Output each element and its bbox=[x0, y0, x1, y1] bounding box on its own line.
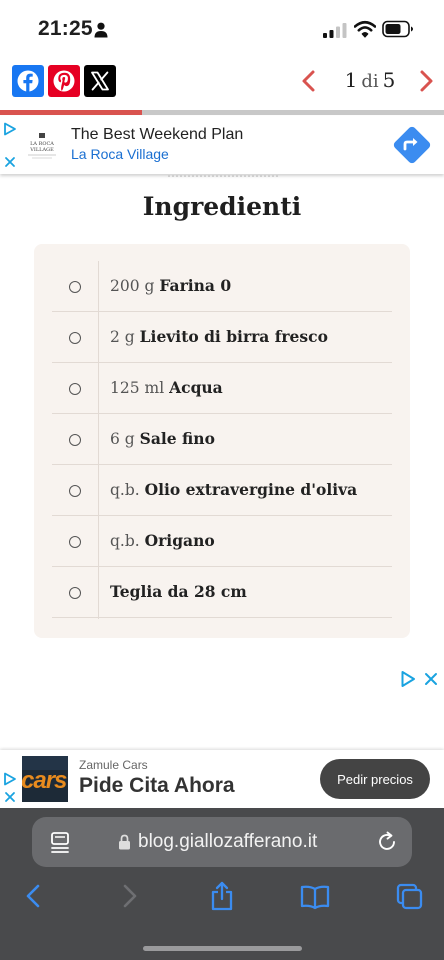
ingredient-checkbox[interactable] bbox=[69, 587, 81, 599]
adchoices-icon[interactable] bbox=[3, 772, 17, 786]
pinterest-icon bbox=[53, 70, 75, 92]
section-heading: Ingredienti bbox=[142, 192, 302, 221]
ingredient-row[interactable]: 200 g Farina 0 bbox=[52, 261, 392, 312]
signal-icon bbox=[323, 23, 347, 38]
x-logo-icon bbox=[91, 71, 109, 91]
ingredient-quantity: 200 g bbox=[110, 277, 155, 295]
ad-thumbnail-text: cars bbox=[22, 767, 67, 794]
adchoices-icon[interactable] bbox=[3, 122, 17, 136]
ad-title[interactable]: The Best Weekend Plan bbox=[71, 126, 243, 144]
status-time: 21:25 bbox=[38, 17, 93, 40]
address-bar[interactable]: blog.giallozafferano.it bbox=[32, 817, 412, 867]
lock-icon bbox=[119, 834, 130, 850]
ingredient-checkbox[interactable] bbox=[69, 485, 81, 497]
browser-toolbar: blog.giallozafferano.it bbox=[0, 808, 444, 960]
status-bar: 21:25 bbox=[0, 0, 444, 58]
share-bar: 1 di 5 bbox=[0, 58, 444, 112]
ingredient-name: Teglia da 28 cm bbox=[110, 582, 247, 601]
ingredient-checkbox[interactable] bbox=[69, 332, 81, 344]
facebook-icon bbox=[17, 70, 39, 92]
home-indicator bbox=[143, 946, 302, 951]
ad-close-icon[interactable] bbox=[4, 791, 16, 803]
ingredient-name: Farina 0 bbox=[159, 276, 232, 295]
previous-page-icon[interactable] bbox=[298, 66, 320, 96]
bookmarks-icon[interactable] bbox=[300, 880, 330, 912]
ingredient-checkbox[interactable] bbox=[69, 383, 81, 395]
ingredient-row[interactable]: Teglia da 28 cm bbox=[52, 567, 392, 618]
total-pages: 5 bbox=[382, 68, 396, 92]
ingredient-quantity: 125 ml bbox=[110, 379, 165, 397]
ingredients-card: 200 g Farina 0 2 g Lievito di birra fres… bbox=[34, 244, 410, 638]
tabs-icon[interactable] bbox=[394, 880, 424, 912]
ingredient-quantity: 6 g bbox=[110, 430, 135, 448]
svg-text:VILLAGE: VILLAGE bbox=[29, 147, 54, 153]
ingredient-checkbox[interactable] bbox=[69, 281, 81, 293]
ingredient-name: Lievito di birra fresco bbox=[139, 327, 328, 346]
ingredient-row[interactable]: q.b. Olio extravergine d'oliva bbox=[52, 465, 392, 516]
page-menu-icon[interactable] bbox=[50, 831, 70, 853]
ad-subtitle[interactable]: La Roca Village bbox=[71, 146, 169, 162]
ingredient-checkbox[interactable] bbox=[69, 536, 81, 548]
divider bbox=[168, 175, 278, 179]
reading-progress-bar bbox=[0, 110, 444, 115]
pinterest-share-button[interactable] bbox=[48, 65, 80, 97]
ingredient-name: Origano bbox=[144, 531, 215, 550]
ad-brand[interactable]: Zamule Cars bbox=[79, 758, 148, 772]
reload-icon[interactable] bbox=[376, 831, 398, 853]
ad-cta-button[interactable]: Pedir precios bbox=[320, 759, 430, 799]
ad-close-icon[interactable] bbox=[424, 672, 438, 686]
forward-icon[interactable] bbox=[114, 880, 144, 912]
bottom-ad-banner[interactable]: cars Zamule Cars Pide Cita Ahora Pedir p… bbox=[0, 750, 444, 808]
person-icon bbox=[94, 22, 108, 38]
ingredient-row[interactable]: 2 g Lievito di birra fresco bbox=[52, 312, 392, 363]
page-indicator: 1 di 5 bbox=[330, 68, 410, 96]
url-text[interactable]: blog.giallozafferano.it bbox=[138, 831, 317, 853]
adchoices-icon[interactable] bbox=[400, 670, 416, 688]
ingredient-name: Acqua bbox=[169, 378, 223, 397]
back-icon[interactable] bbox=[19, 880, 49, 912]
ingredient-row[interactable]: q.b. Origano bbox=[52, 516, 392, 567]
x-share-button[interactable] bbox=[84, 65, 116, 97]
directions-arrow-icon[interactable] bbox=[392, 125, 432, 165]
facebook-share-button[interactable] bbox=[12, 65, 44, 97]
ad-title[interactable]: Pide Cita Ahora bbox=[79, 774, 235, 798]
ingredient-row[interactable]: 125 ml Acqua bbox=[52, 363, 392, 414]
ingredient-row[interactable]: 6 g Sale fino bbox=[52, 414, 392, 465]
reading-progress-fill bbox=[0, 110, 143, 115]
ingredient-checkbox[interactable] bbox=[69, 434, 81, 446]
share-icon[interactable] bbox=[207, 880, 237, 912]
top-ad-banner[interactable]: LA ROCA VILLAGE The Best Weekend Plan La… bbox=[0, 116, 444, 174]
current-page: 1 bbox=[344, 68, 358, 92]
la-roca-village-logo: LA ROCA VILLAGE bbox=[28, 133, 56, 159]
ingredient-name: Olio extravergine d'oliva bbox=[144, 480, 358, 499]
ingredient-quantity: q.b. bbox=[110, 481, 140, 499]
ad-thumbnail[interactable]: cars bbox=[22, 756, 68, 802]
wifi-icon bbox=[354, 20, 376, 38]
battery-icon bbox=[382, 20, 413, 38]
next-page-icon[interactable] bbox=[415, 66, 437, 96]
ingredient-quantity: 2 g bbox=[110, 328, 135, 346]
ad-close-icon[interactable] bbox=[4, 156, 16, 168]
pager-of: di bbox=[361, 71, 379, 92]
ingredient-quantity: q.b. bbox=[110, 532, 140, 550]
ingredient-name: Sale fino bbox=[139, 429, 215, 448]
